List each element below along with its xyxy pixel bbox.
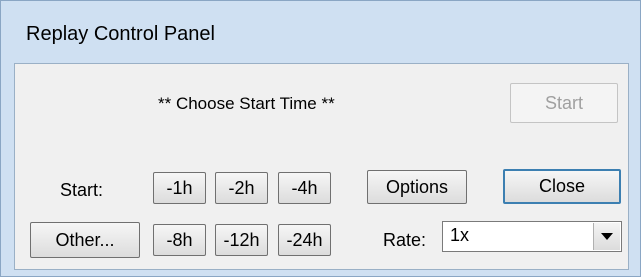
close-button[interactable]: Close: [503, 169, 621, 204]
rate-label: Rate:: [383, 230, 427, 250]
offset-1h-button[interactable]: -1h: [153, 172, 206, 204]
start-label: Start:: [60, 180, 104, 200]
offset-4h-button[interactable]: -4h: [278, 172, 331, 204]
rate-select[interactable]: 1x: [442, 221, 622, 252]
triangle-down-glyph: [601, 232, 613, 240]
offset-12h-button[interactable]: -12h: [215, 224, 268, 256]
other-button[interactable]: Other...: [30, 222, 140, 258]
offset-24h-button[interactable]: -24h: [278, 224, 331, 256]
offset-2h-button[interactable]: -2h: [215, 172, 268, 204]
options-button[interactable]: Options: [367, 170, 467, 204]
status-message: ** Choose Start Time **: [158, 94, 335, 113]
window-title: Replay Control Panel: [26, 23, 215, 45]
rate-value: 1x: [450, 225, 470, 245]
triangle-down-icon[interactable]: [593, 223, 620, 250]
offset-8h-button[interactable]: -8h: [153, 224, 206, 256]
start-button[interactable]: Start: [510, 83, 618, 123]
